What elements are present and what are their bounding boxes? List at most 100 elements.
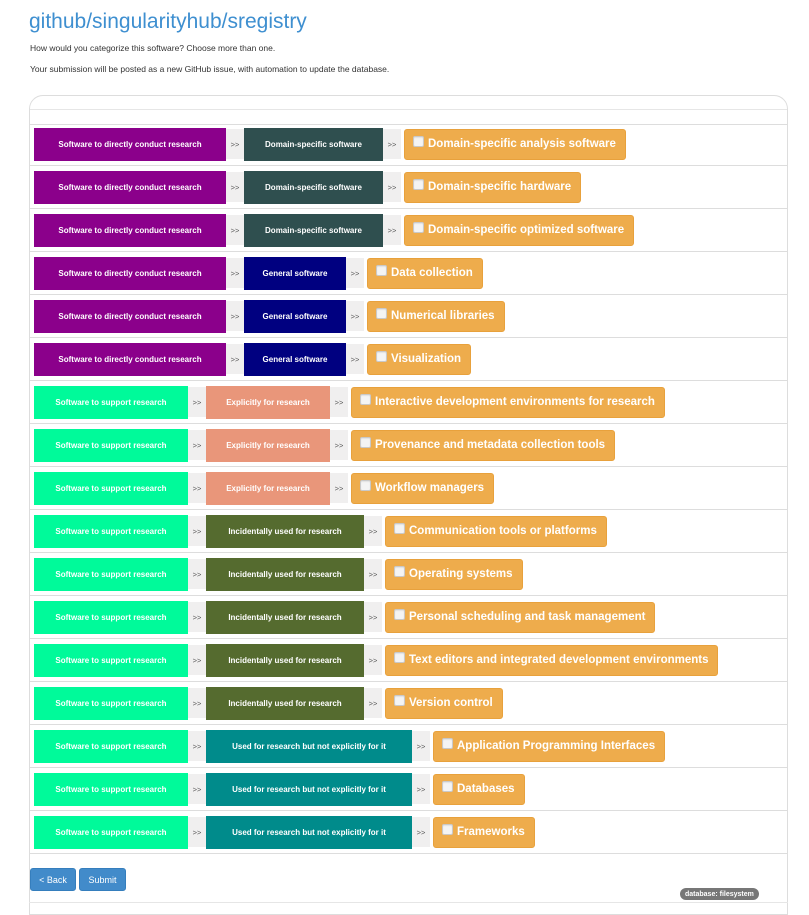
category-checkbox[interactable] xyxy=(413,221,424,233)
leaf-category-label: Databases xyxy=(457,783,515,795)
leaf-category-option[interactable]: Domain-specific optimized software xyxy=(404,214,635,246)
leaf-category-label: Domain-specific analysis software xyxy=(428,138,616,150)
leaf-category-label: Operating systems xyxy=(409,568,513,580)
breadcrumb-separator: >> xyxy=(364,602,382,632)
breadcrumb-separator: >> xyxy=(364,516,382,546)
level1-category-label: Software to support research xyxy=(34,471,188,505)
category-checkbox[interactable] xyxy=(376,307,387,319)
breadcrumb-separator: >> xyxy=(412,774,430,804)
leaf-category-label: Numerical libraries xyxy=(391,310,495,322)
category-checkbox[interactable] xyxy=(442,737,453,749)
breadcrumb-separator: >> xyxy=(383,215,401,245)
category-prompt: How would you categorize this software? … xyxy=(30,43,276,53)
level1-category-label: Software to support research xyxy=(34,772,188,806)
level2-category-label: Domain-specific software xyxy=(244,213,383,247)
breadcrumb-separator: >> xyxy=(364,559,382,589)
level2-category-label: Incidentally used for research xyxy=(206,686,364,720)
back-button[interactable]: < Back xyxy=(30,868,76,891)
level1-category-label: Software to support research xyxy=(34,815,188,849)
submit-button[interactable]: Submit xyxy=(79,868,126,891)
category-row: Software to support research >> Incidental… xyxy=(29,596,788,639)
page-title[interactable]: github/singularityhub/sregistry xyxy=(29,10,307,34)
level1-category-label: Software to directly conduct research xyxy=(34,213,226,247)
leaf-category-option[interactable]: Interactive development environments for… xyxy=(351,386,665,418)
level1-category-label: Software to support research xyxy=(34,643,188,677)
level2-category-label: Domain-specific software xyxy=(244,127,383,161)
leaf-category-option[interactable]: Domain-specific hardware xyxy=(404,171,582,203)
category-row: Software to directly conduct research >> G… xyxy=(29,338,788,381)
category-checkbox[interactable] xyxy=(394,608,405,620)
level2-category-label: Explicitly for research xyxy=(206,385,330,419)
submission-note: Your submission will be posted as a new … xyxy=(30,64,390,74)
category-checkbox[interactable] xyxy=(442,780,453,792)
leaf-category-label: Visualization xyxy=(391,353,462,365)
breadcrumb-separator: >> xyxy=(364,645,382,675)
category-checkbox[interactable] xyxy=(394,651,405,663)
leaf-category-label: Interactive development environments for… xyxy=(375,396,655,408)
category-row: Software to support research >> Incidental… xyxy=(29,639,788,682)
level2-category-label: Incidentally used for research xyxy=(206,643,364,677)
leaf-category-option[interactable]: Version control xyxy=(385,687,503,719)
level2-category-label: Explicitly for research xyxy=(206,471,330,505)
category-checkbox[interactable] xyxy=(376,264,387,276)
breadcrumb-separator: >> xyxy=(364,688,382,718)
level1-category-label: Software to support research xyxy=(34,428,188,462)
leaf-category-option[interactable]: Numerical libraries xyxy=(367,300,505,332)
panel-footer-divider xyxy=(29,902,788,903)
leaf-category-option[interactable]: Data collection xyxy=(367,257,483,289)
leaf-category-option[interactable]: Visualization xyxy=(367,343,472,375)
category-checkbox[interactable] xyxy=(413,178,424,190)
breadcrumb-separator: >> xyxy=(412,731,430,761)
level1-category-label: Software to support research xyxy=(34,729,188,763)
breadcrumb-separator: >> xyxy=(188,559,206,589)
breadcrumb-separator: >> xyxy=(383,172,401,202)
leaf-category-label: Communication tools or platforms xyxy=(409,525,597,537)
level1-category-label: Software to support research xyxy=(34,514,188,548)
leaf-category-option[interactable]: Provenance and metadata collection tools xyxy=(351,429,616,461)
category-checkbox[interactable] xyxy=(442,823,453,835)
level1-category-label: Software to support research xyxy=(34,600,188,634)
level1-category-label: Software to directly conduct research xyxy=(34,256,226,290)
breadcrumb-separator: >> xyxy=(330,430,348,460)
category-checkbox[interactable] xyxy=(360,436,371,448)
leaf-category-label: Version control xyxy=(409,697,493,709)
breadcrumb-separator: >> xyxy=(346,258,364,288)
leaf-category-label: Domain-specific hardware xyxy=(428,181,572,193)
level1-category-label: Software to directly conduct research xyxy=(34,342,226,376)
category-row: Software to support research >> Incidental… xyxy=(29,510,788,553)
category-checkbox[interactable] xyxy=(376,350,387,362)
breadcrumb-separator: >> xyxy=(188,645,206,675)
category-row: Software to support research >> Explicitly… xyxy=(29,467,788,510)
category-checkbox[interactable] xyxy=(413,135,424,147)
breadcrumb-separator: >> xyxy=(188,602,206,632)
breadcrumb-separator: >> xyxy=(226,301,244,331)
category-row: Software to directly conduct research >> G… xyxy=(29,295,788,338)
leaf-category-option[interactable]: Personal scheduling and task management xyxy=(385,601,656,633)
category-checkbox[interactable] xyxy=(394,694,405,706)
leaf-category-label: Domain-specific optimized software xyxy=(428,224,625,236)
leaf-category-option[interactable]: Communication tools or platforms xyxy=(385,515,607,547)
breadcrumb-separator: >> xyxy=(188,473,206,503)
leaf-category-label: Personal scheduling and task management xyxy=(409,611,646,623)
level2-category-label: General software xyxy=(244,342,346,376)
category-row: Software to support research >> Incidental… xyxy=(29,553,788,596)
category-checkbox[interactable] xyxy=(360,393,371,405)
leaf-category-option[interactable]: Application Programming Interfaces xyxy=(433,730,666,762)
level1-category-label: Software to directly conduct research xyxy=(34,127,226,161)
breadcrumb-separator: >> xyxy=(188,774,206,804)
category-checkbox[interactable] xyxy=(394,565,405,577)
level1-category-label: Software to directly conduct research xyxy=(34,299,226,333)
category-checkbox[interactable] xyxy=(360,479,371,491)
leaf-category-option[interactable]: Domain-specific analysis software xyxy=(404,128,626,160)
category-row: Software to directly conduct research >> D… xyxy=(29,166,788,209)
breadcrumb-separator: >> xyxy=(383,129,401,159)
category-checkbox[interactable] xyxy=(394,522,405,534)
database-badge: database: filesystem xyxy=(680,888,759,900)
leaf-category-option[interactable]: Frameworks xyxy=(433,816,535,848)
leaf-category-option[interactable]: Databases xyxy=(433,773,525,805)
category-row: Software to support research >> Incidental… xyxy=(29,682,788,725)
leaf-category-option[interactable]: Workflow managers xyxy=(351,472,495,504)
category-list: Software to directly conduct research >> D… xyxy=(29,123,788,854)
leaf-category-option[interactable]: Text editors and integrated development … xyxy=(385,644,719,676)
leaf-category-option[interactable]: Operating systems xyxy=(385,558,523,590)
